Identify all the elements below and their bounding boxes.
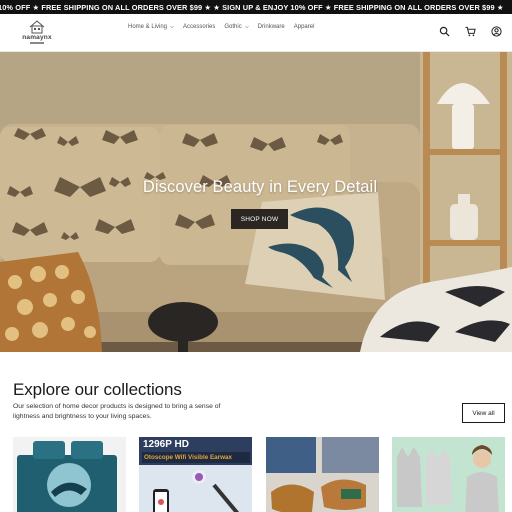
chevron-down-icon	[170, 26, 174, 29]
collections-description: Our selection of home decor products is …	[13, 403, 221, 420]
account-icon[interactable]	[491, 26, 502, 37]
announcement-bar: 10% OFF ★ FREE SHIPPING ON ALL ORDERS OV…	[0, 0, 512, 14]
chevron-down-icon	[245, 26, 249, 29]
collection-card-dolphin-bedding[interactable]	[13, 437, 126, 512]
nav-accessories[interactable]: Accessories	[183, 24, 215, 30]
collection-card-sandals[interactable]	[266, 437, 379, 512]
site-header: namaynx Home & Living Accessories Gothic…	[0, 14, 512, 52]
tank-tops-image	[392, 437, 505, 512]
nav-label: Apparel	[293, 24, 315, 30]
header-actions	[439, 26, 502, 37]
hero-image	[0, 52, 512, 352]
hero-banner[interactable]: Discover Beauty in Every Detail SHOP NOW	[0, 52, 512, 352]
collection-card-otoscope[interactable]: 1296P HD Otoscope Wifi Visible Earwax	[139, 437, 252, 512]
hero-title: Discover Beauty in Every Detail	[142, 178, 378, 196]
nav-home-living[interactable]: Home & Living	[128, 24, 174, 30]
search-icon[interactable]	[439, 26, 450, 37]
nav-drinkware[interactable]: Drinkware	[258, 24, 285, 30]
logo[interactable]: namaynx	[18, 20, 56, 48]
logo-underline	[30, 42, 44, 44]
cart-icon[interactable]	[465, 26, 476, 37]
nav-label: Drinkware	[257, 24, 285, 30]
otoscope-card-subtitle: Otoscope Wifi Visible Earwax	[142, 452, 250, 463]
collections-title: Explore our collections	[13, 380, 182, 399]
shop-now-button[interactable]: SHOP NOW	[231, 209, 288, 229]
announcement-text: 10% OFF ★ FREE SHIPPING ON ALL ORDERS OV…	[0, 2, 504, 12]
view-all-button[interactable]: View all	[462, 403, 505, 423]
nav-label: Gothic	[224, 24, 242, 30]
nav-gothic[interactable]: Gothic	[224, 24, 249, 30]
nav-label: Accessories	[183, 24, 216, 30]
house-logo-icon	[29, 20, 45, 34]
otoscope-card-title: 1296P HD	[143, 439, 189, 450]
main-nav: Home & Living Accessories Gothic Drinkwa…	[128, 24, 314, 30]
collection-cards: 1296P HD Otoscope Wifi Visible Earwax	[13, 437, 512, 512]
logo-text: namaynx	[22, 34, 52, 41]
collection-card-tank-tops[interactable]	[392, 437, 505, 512]
sandals-image	[266, 437, 379, 512]
dolphin-bedding-image	[13, 437, 126, 512]
nav-apparel[interactable]: Apparel	[294, 24, 315, 30]
nav-label: Home & Living	[128, 24, 168, 30]
